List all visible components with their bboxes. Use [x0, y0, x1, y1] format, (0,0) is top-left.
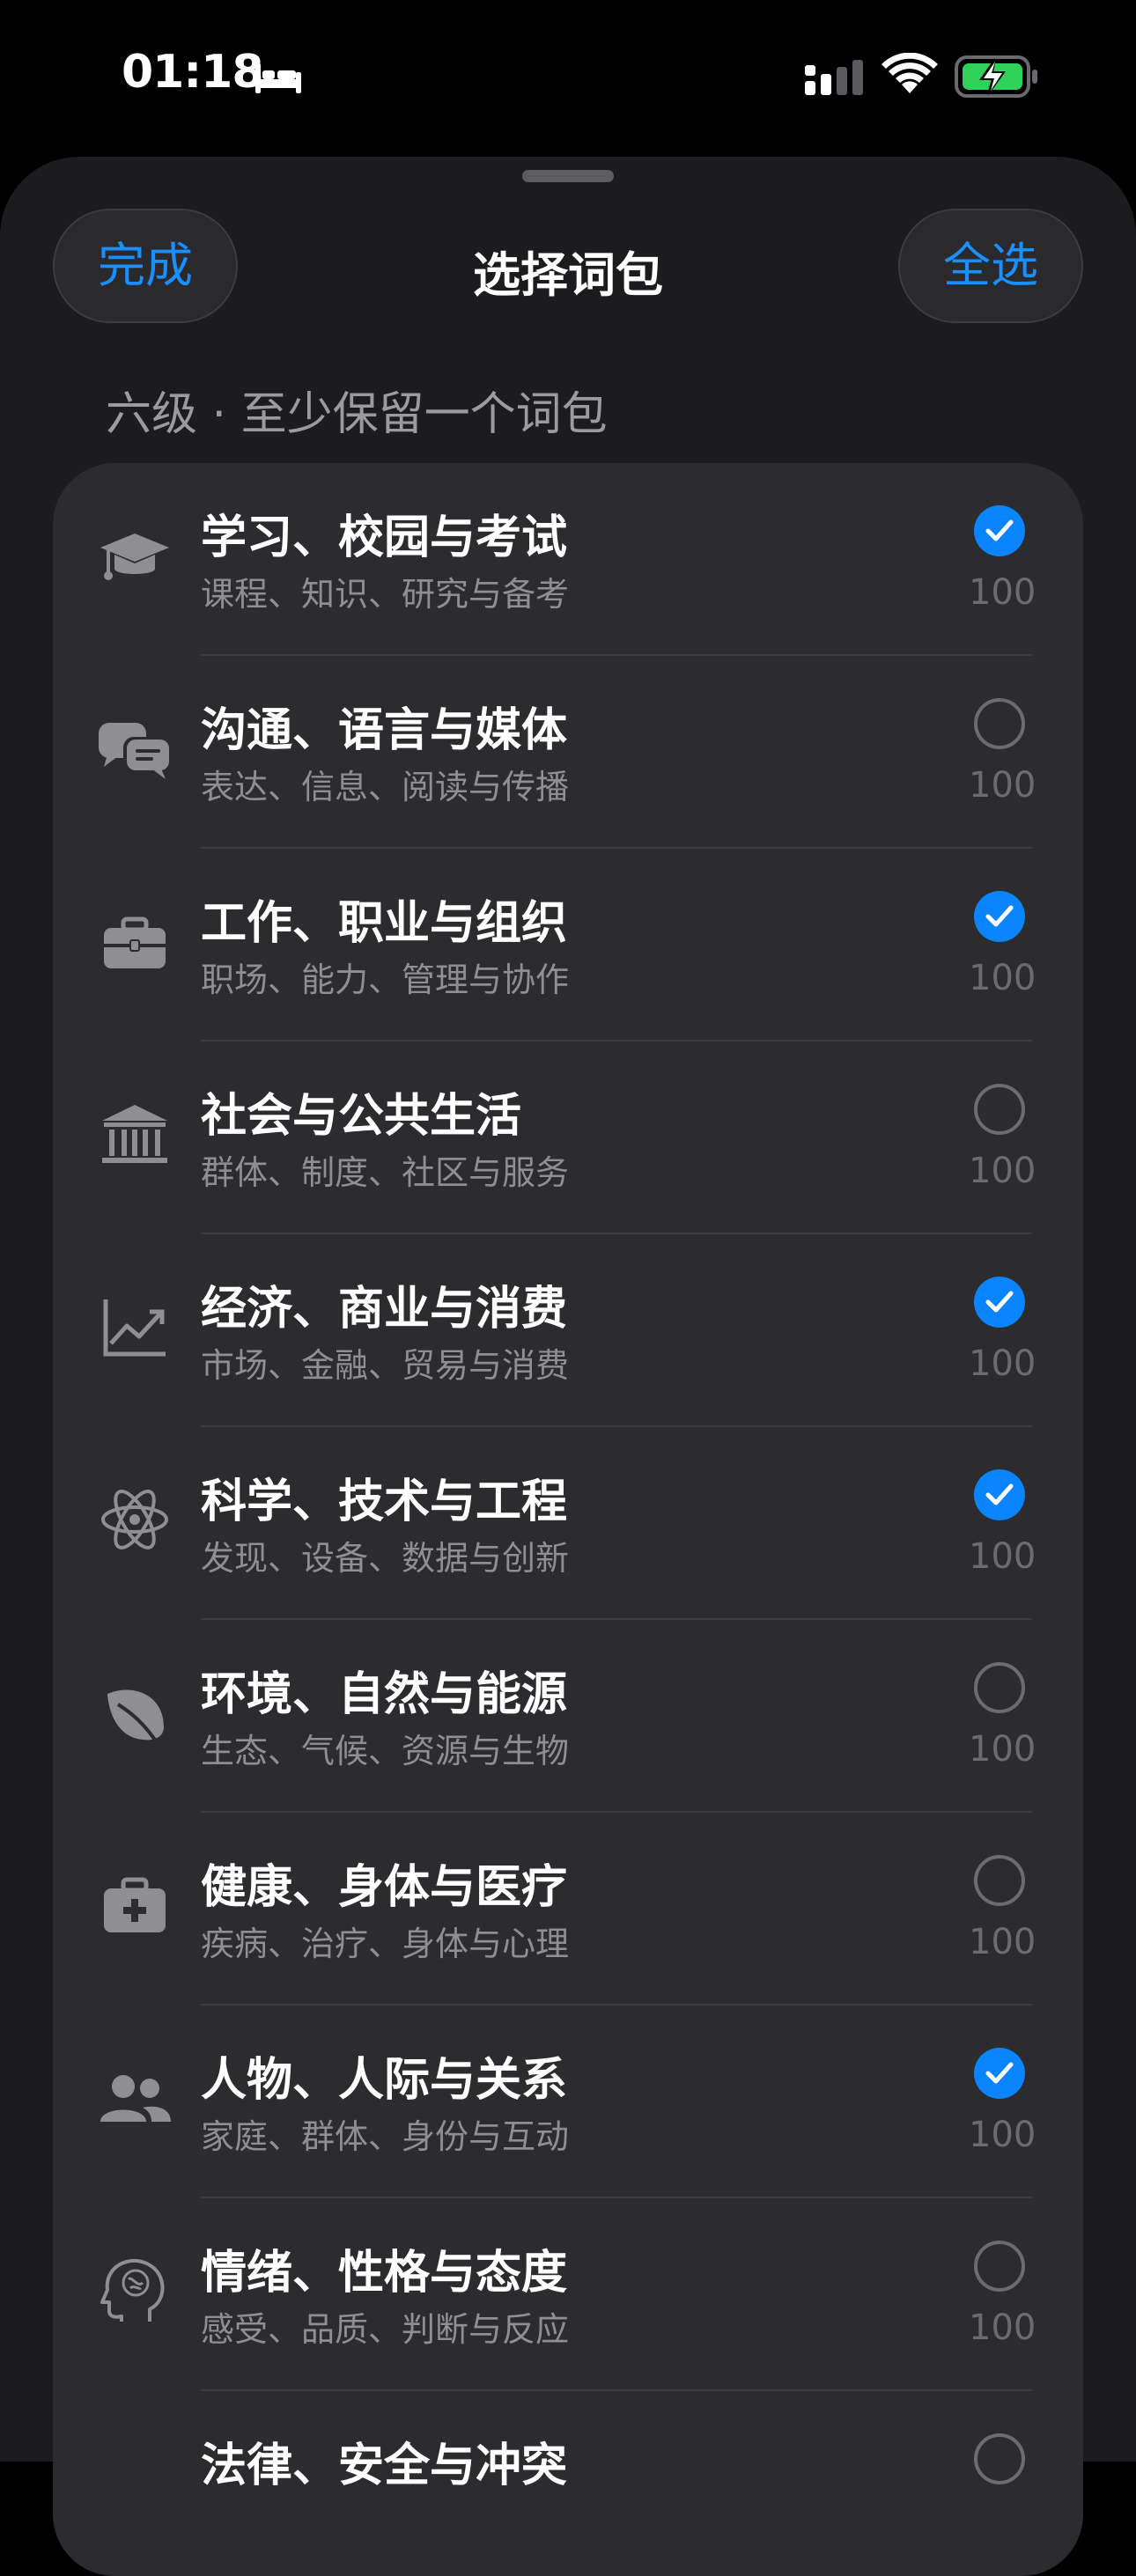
pack-row[interactable]: 人物、人际与关系家庭、群体、身份与互动 100: [53, 2006, 1083, 2198]
pack-word-count: 100: [969, 572, 1036, 613]
pack-row[interactable]: 社会与公共生活群体、制度、社区与服务 100: [53, 1041, 1083, 1234]
pack-row[interactable]: 学习、校园与考试课程、知识、研究与备考 100: [53, 463, 1083, 656]
leaf-icon: [97, 1674, 173, 1750]
pack-title: 社会与公共生活: [201, 1090, 522, 1143]
trend-chart-icon: [97, 1289, 173, 1365]
pack-word-count: 100: [969, 1536, 1036, 1577]
pack-title: 人物、人际与关系: [201, 2054, 568, 2107]
checkmark-circle-filled-icon[interactable]: [974, 1277, 1025, 1328]
people-icon: [97, 2060, 173, 2136]
pack-title: 情绪、性格与态度: [201, 2247, 568, 2300]
pack-word-count: 100: [969, 1343, 1036, 1384]
empty-circle-icon[interactable]: [974, 1084, 1025, 1135]
pack-title: 沟通、语言与媒体: [201, 704, 568, 757]
pack-title: 环境、自然与能源: [201, 1668, 568, 1721]
pack-subtitle: 家庭、群体、身份与互动: [201, 2117, 570, 2156]
atom-icon: [97, 1482, 173, 1557]
pack-title: 健康、身体与医疗: [201, 1861, 568, 1914]
pack-row[interactable]: 情绪、性格与态度感受、品质、判断与反应 100: [53, 2198, 1083, 2391]
bed-icon: [255, 63, 301, 93]
empty-circle-icon[interactable]: [974, 698, 1025, 749]
empty-circle-icon[interactable]: [974, 2241, 1025, 2292]
graduation-cap-icon: [97, 518, 173, 593]
pack-row[interactable]: 法律、安全与冲突: [53, 2391, 1083, 2576]
sheet-grabber[interactable]: [522, 170, 614, 182]
briefcase-icon: [97, 903, 173, 979]
pack-subtitle: 群体、制度、社区与服务: [201, 1153, 570, 1192]
pack-subtitle: 市场、金融、贸易与消费: [201, 1346, 570, 1385]
status-bar: 01:18: [0, 0, 1136, 150]
pack-word-count: 100: [969, 1922, 1036, 1962]
pack-subtitle: 感受、品质、判断与反应: [201, 2310, 570, 2349]
pack-word-count: 100: [969, 1151, 1036, 1191]
checkmark-circle-filled-icon[interactable]: [974, 1469, 1025, 1520]
pack-subtitle: 表达、信息、阅读与传播: [201, 768, 570, 806]
empty-circle-icon[interactable]: [974, 1855, 1025, 1906]
section-caption: 六级 · 至少保留一个词包: [106, 388, 608, 441]
pack-subtitle: 生态、气候、资源与生物: [201, 1732, 570, 1770]
pack-word-count: 100: [969, 2307, 1036, 2348]
checkmark-circle-filled-icon[interactable]: [974, 2048, 1025, 2099]
institution-building-icon: [97, 1096, 173, 1172]
pack-subtitle: 职场、能力、管理与协作: [201, 960, 570, 999]
wifi-icon: [882, 53, 938, 93]
pack-title: 学习、校园与考试: [201, 512, 568, 564]
empty-circle-icon[interactable]: [974, 2433, 1025, 2484]
empty-circle-icon[interactable]: [974, 1662, 1025, 1713]
medical-kit-icon: [97, 1867, 173, 1943]
battery-charging-icon: [955, 55, 1037, 98]
pack-row[interactable]: 环境、自然与能源生态、气候、资源与生物 100: [53, 1620, 1083, 1813]
chat-bubbles-icon: [97, 710, 173, 786]
head-brain-icon: [97, 2253, 173, 2329]
pack-word-count: 100: [969, 2115, 1036, 2155]
pack-subtitle: 疾病、治疗、身体与心理: [201, 1925, 570, 1963]
cellular-signal-icon: [805, 60, 863, 95]
checkmark-circle-filled-icon[interactable]: [974, 891, 1025, 942]
pack-row[interactable]: 健康、身体与医疗疾病、治疗、身体与心理 100: [53, 1813, 1083, 2006]
pack-row[interactable]: 经济、商业与消费市场、金融、贸易与消费 100: [53, 1234, 1083, 1427]
checkmark-circle-filled-icon[interactable]: [974, 505, 1025, 556]
pack-list: 学习、校园与考试 课程、知识、研究与备考 100 沟通、语言与媒体 表达、信息、阅读与传…: [53, 463, 1083, 2576]
pack-row[interactable]: 工作、职业与组织职场、能力、管理与协作 100: [53, 849, 1083, 1041]
pack-subtitle: 课程、知识、研究与备考: [201, 575, 570, 614]
pack-title: 工作、职业与组织: [201, 897, 568, 950]
pack-selection-sheet: 完成 选择词包 全选 六级 · 至少保留一个词包 学习、校园与考试 课程、知识、研…: [0, 157, 1136, 2576]
status-time: 01:18: [122, 46, 264, 99]
pack-word-count: 100: [969, 958, 1036, 998]
pack-row[interactable]: 沟通、语言与媒体表达、信息、阅读与传播 100: [53, 656, 1083, 849]
pack-title: 科学、技术与工程: [201, 1476, 568, 1528]
pack-row[interactable]: 科学、技术与工程发现、设备、数据与创新 100: [53, 1427, 1083, 1620]
select-all-button[interactable]: 全选: [898, 209, 1083, 323]
pack-subtitle: 发现、设备、数据与创新: [201, 1539, 570, 1578]
pack-title: 经济、商业与消费: [201, 1283, 568, 1336]
pack-word-count: 100: [969, 1729, 1036, 1770]
pack-word-count: 100: [969, 765, 1036, 806]
